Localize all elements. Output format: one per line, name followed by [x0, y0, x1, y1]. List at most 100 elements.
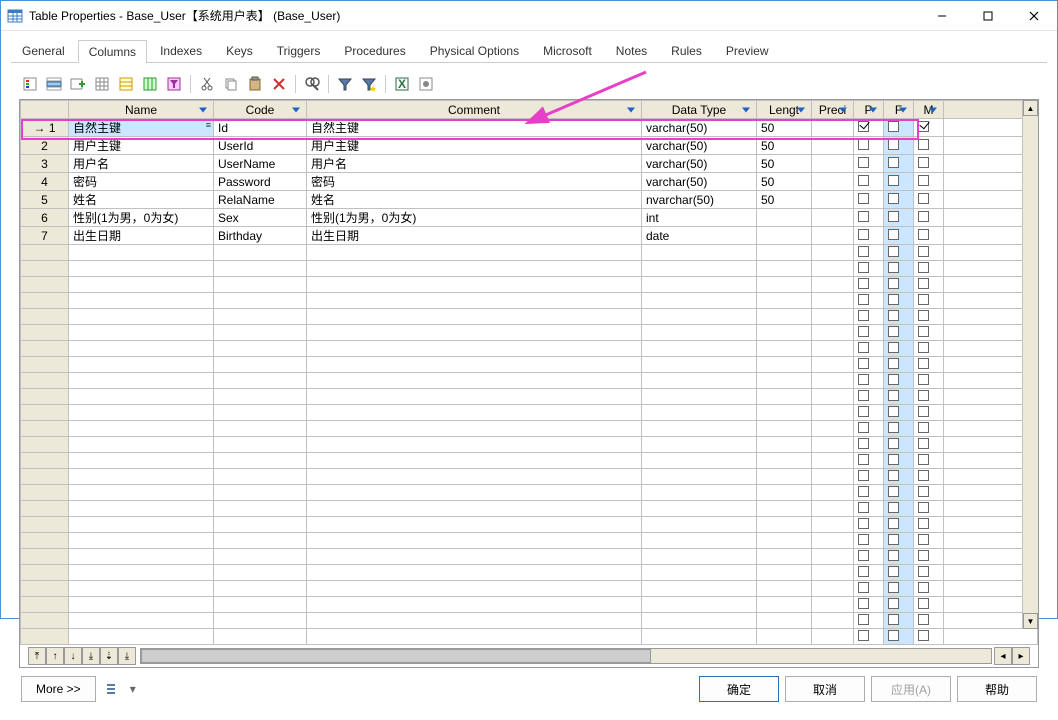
excel-icon[interactable]: X — [391, 73, 413, 95]
grid2-icon[interactable] — [115, 73, 137, 95]
column-header-length[interactable]: Lengt — [757, 101, 812, 119]
cell-precision[interactable] — [812, 119, 854, 137]
cell-length[interactable]: 50 — [757, 155, 812, 173]
cell-name[interactable]: 性别(1为男，0为女) — [69, 209, 214, 227]
table-row-empty[interactable] — [21, 421, 1038, 437]
cell-mandatory[interactable] — [914, 227, 944, 245]
cell-datatype[interactable]: int — [642, 209, 757, 227]
cell-code[interactable]: RelaName — [214, 191, 307, 209]
table-row-empty[interactable] — [21, 389, 1038, 405]
table-row-empty[interactable] — [21, 325, 1038, 341]
row-header[interactable] — [21, 453, 69, 469]
table-row-empty[interactable] — [21, 277, 1038, 293]
add-row-icon[interactable] — [67, 73, 89, 95]
cell-primary[interactable] — [854, 155, 884, 173]
row-header[interactable] — [21, 629, 69, 645]
maximize-button[interactable] — [965, 1, 1011, 31]
cell-comment[interactable]: 姓名 — [307, 191, 642, 209]
cell-name[interactable]: 姓名 — [69, 191, 214, 209]
table-row-empty[interactable] — [21, 597, 1038, 613]
row-header[interactable] — [21, 501, 69, 517]
copy-icon[interactable] — [220, 73, 242, 95]
row-header[interactable] — [21, 277, 69, 293]
row-header[interactable] — [21, 613, 69, 629]
column-header-p[interactable]: P — [854, 101, 884, 119]
cancel-button[interactable]: 取消 — [785, 676, 865, 702]
table-row-empty[interactable] — [21, 485, 1038, 501]
cell-mandatory[interactable] — [914, 137, 944, 155]
cell-mandatory[interactable] — [914, 155, 944, 173]
table-row[interactable]: → 1自然主键≡Id自然主键varchar(50)50 — [21, 119, 1038, 137]
cell-foreign[interactable] — [884, 137, 914, 155]
table-row-empty[interactable] — [21, 261, 1038, 277]
cell-primary[interactable] — [854, 137, 884, 155]
column-header-comment[interactable]: Comment — [307, 101, 642, 119]
scroll-left-icon[interactable]: ◂ — [994, 647, 1012, 665]
funnel-star-icon[interactable] — [358, 73, 380, 95]
table-row-empty[interactable] — [21, 565, 1038, 581]
cell-primary[interactable] — [854, 209, 884, 227]
grid-scroll[interactable]: NameCodeCommentData TypeLengtPreciPFM → … — [20, 100, 1038, 645]
row-header[interactable]: 5 — [21, 191, 69, 209]
more-button[interactable]: More >> — [21, 676, 96, 702]
cell-code[interactable]: Sex — [214, 209, 307, 227]
table-row-empty[interactable] — [21, 549, 1038, 565]
cell-name[interactable]: 密码 — [69, 173, 214, 191]
nav-down-all[interactable]: ⤓ — [118, 647, 136, 665]
paste-icon[interactable] — [244, 73, 266, 95]
help-button[interactable]: 帮助 — [957, 676, 1037, 702]
cut-icon[interactable] — [196, 73, 218, 95]
tab-indexes[interactable]: Indexes — [149, 39, 213, 62]
cell-name[interactable]: 用户名 — [69, 155, 214, 173]
tab-general[interactable]: General — [11, 39, 76, 62]
row-header[interactable] — [21, 485, 69, 501]
row-header[interactable]: 7 — [21, 227, 69, 245]
table-row-empty[interactable] — [21, 517, 1038, 533]
nav-up[interactable]: ↑ — [46, 647, 64, 665]
cell-code[interactable]: Birthday — [214, 227, 307, 245]
filter-icon[interactable] — [163, 73, 185, 95]
cell-precision[interactable] — [812, 227, 854, 245]
row-header[interactable]: 2 — [21, 137, 69, 155]
row-header[interactable]: → 1 — [21, 119, 69, 137]
column-header-f[interactable]: F — [884, 101, 914, 119]
table-row[interactable]: 2用户主键UserId用户主键varchar(50)50 — [21, 137, 1038, 155]
cell-primary[interactable] — [854, 119, 884, 137]
cell-datatype[interactable]: varchar(50) — [642, 155, 757, 173]
table-row-empty[interactable] — [21, 405, 1038, 421]
table-row-empty[interactable] — [21, 373, 1038, 389]
scroll-down-icon[interactable]: ▼ — [1023, 613, 1038, 629]
properties-icon[interactable] — [19, 73, 41, 95]
row-header[interactable] — [21, 373, 69, 389]
row-header[interactable] — [21, 261, 69, 277]
nav-down-last[interactable]: ⤓ — [82, 647, 100, 665]
table-row[interactable]: 6性别(1为男，0为女)Sex性别(1为男，0为女)int — [21, 209, 1038, 227]
cell-length[interactable] — [757, 227, 812, 245]
cell-precision[interactable] — [812, 155, 854, 173]
table-row-empty[interactable] — [21, 309, 1038, 325]
row-header[interactable] — [21, 293, 69, 309]
table-row-empty[interactable] — [21, 453, 1038, 469]
customize-icon[interactable] — [102, 678, 124, 700]
cell-datatype[interactable]: varchar(50) — [642, 119, 757, 137]
grid3-icon[interactable] — [139, 73, 161, 95]
cell-foreign[interactable] — [884, 155, 914, 173]
tab-rules[interactable]: Rules — [660, 39, 713, 62]
scroll-right-icon[interactable]: ▸ — [1012, 647, 1030, 665]
ok-button[interactable]: 确定 — [699, 676, 779, 702]
nav-down-end[interactable]: ⇣ — [100, 647, 118, 665]
cell-mandatory[interactable] — [914, 191, 944, 209]
table-row-empty[interactable] — [21, 629, 1038, 645]
row-header[interactable] — [21, 533, 69, 549]
cell-datatype[interactable]: nvarchar(50) — [642, 191, 757, 209]
cell-mandatory[interactable] — [914, 173, 944, 191]
row-header[interactable]: 4 — [21, 173, 69, 191]
table-row-empty[interactable] — [21, 293, 1038, 309]
find-icon[interactable] — [301, 73, 323, 95]
delete-icon[interactable] — [268, 73, 290, 95]
cell-datatype[interactable]: varchar(50) — [642, 137, 757, 155]
row-header[interactable] — [21, 325, 69, 341]
row-header[interactable] — [21, 581, 69, 597]
row-header[interactable] — [21, 549, 69, 565]
tab-keys[interactable]: Keys — [215, 39, 264, 62]
